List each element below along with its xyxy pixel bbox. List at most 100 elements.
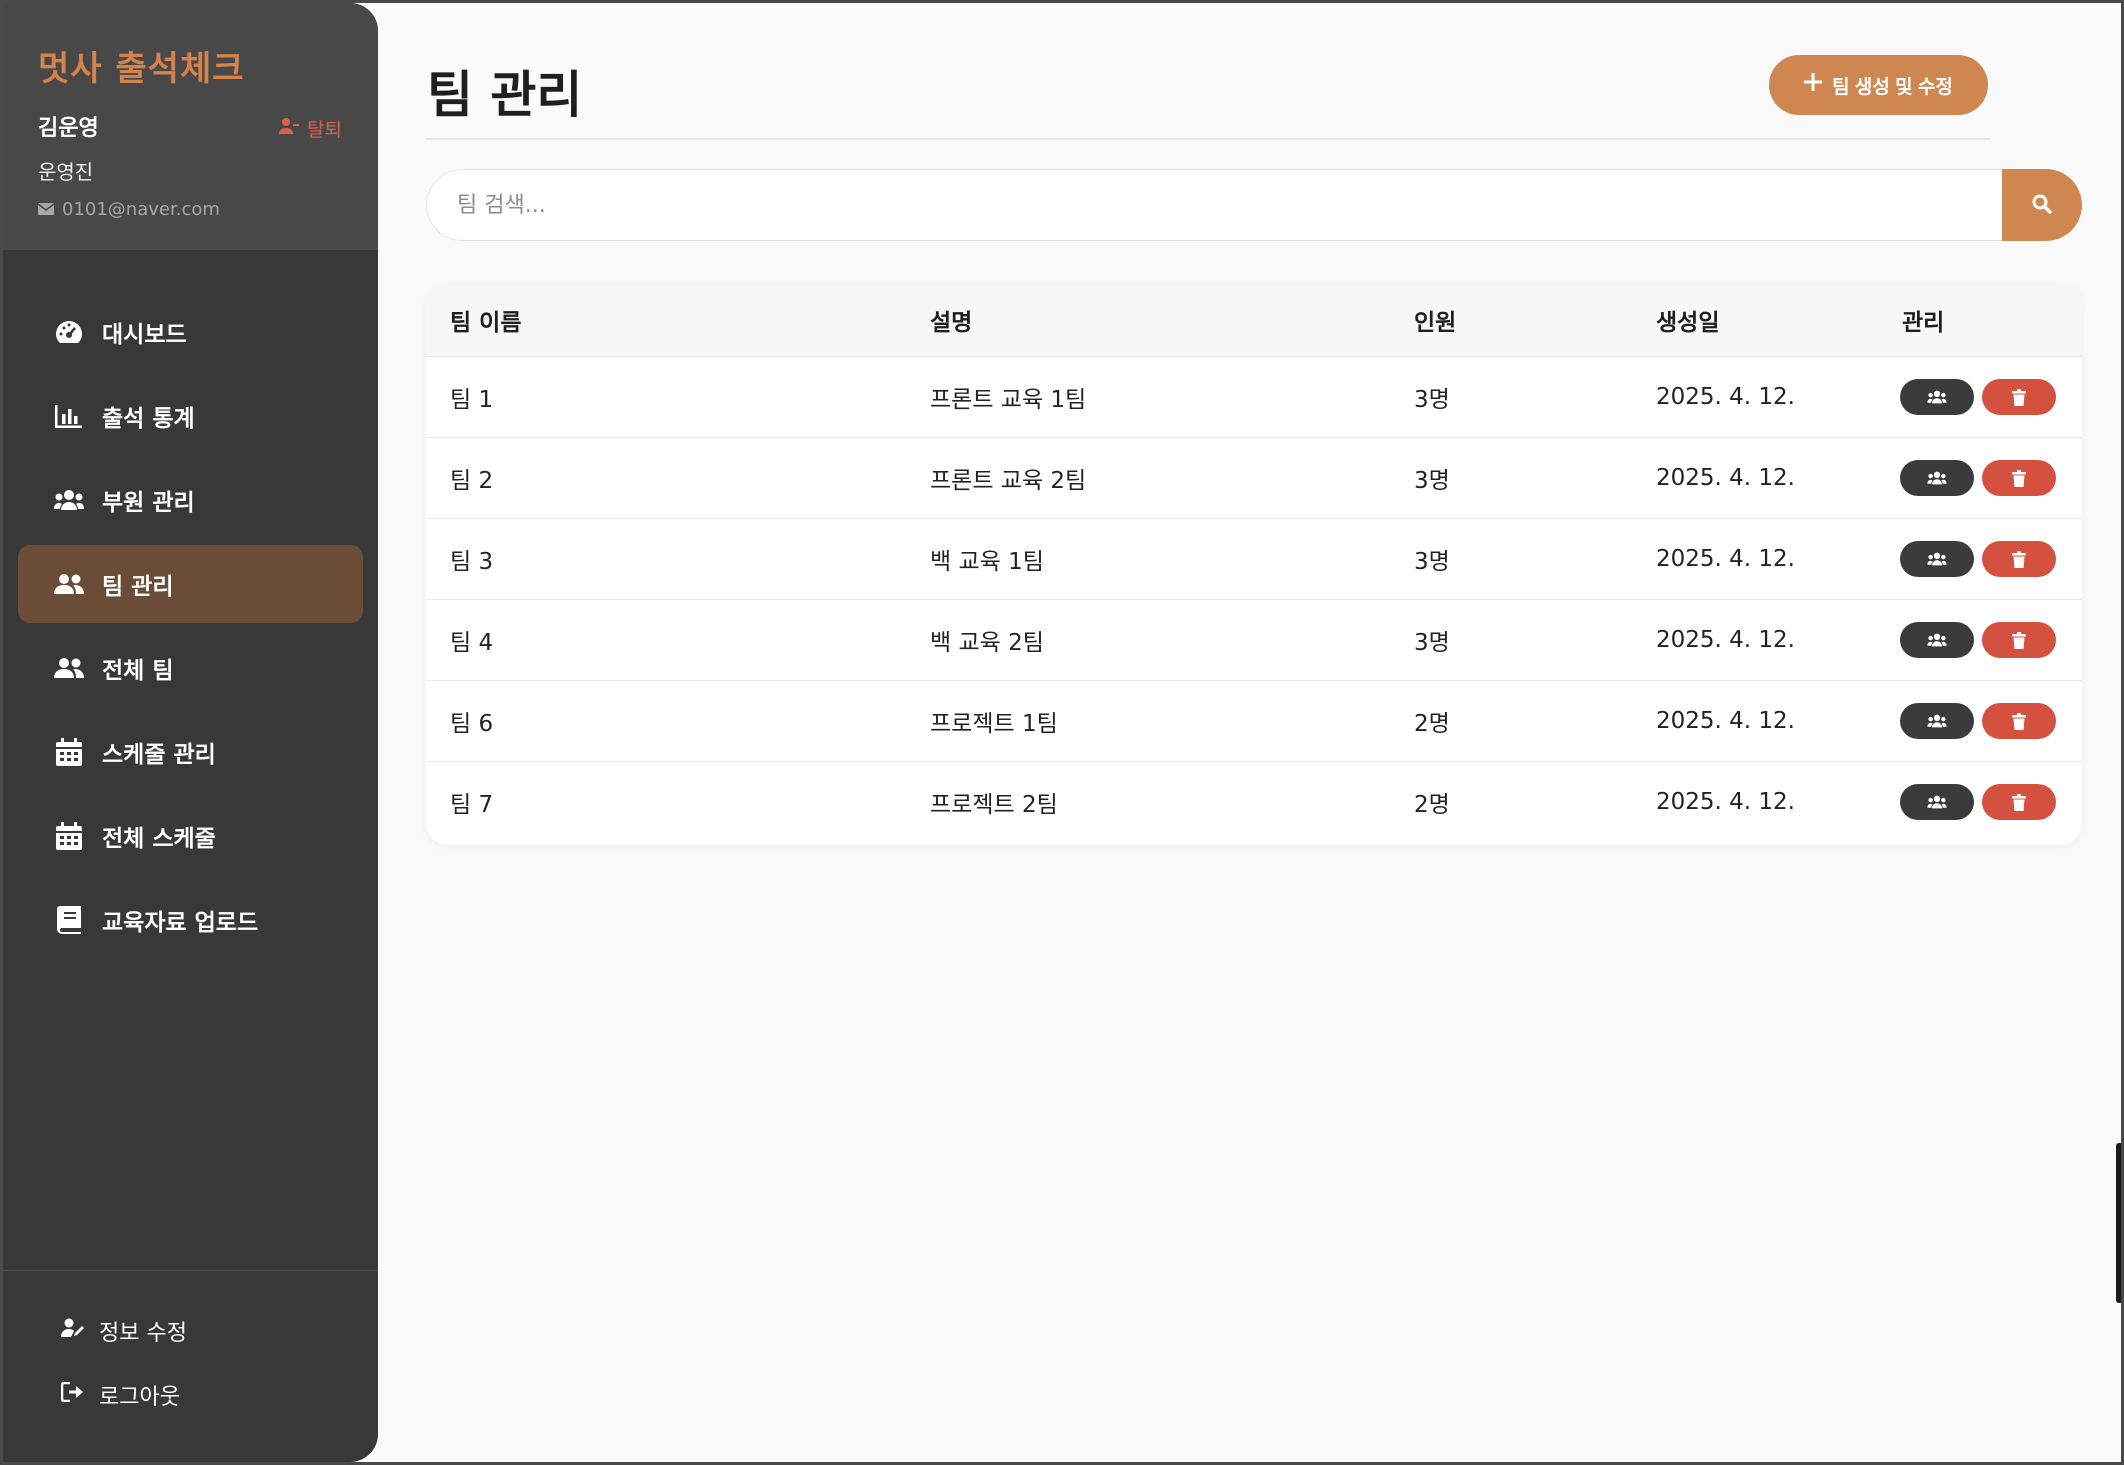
search-button[interactable] bbox=[2002, 169, 2082, 241]
row-actions bbox=[1900, 784, 2056, 820]
team-name-cell: 팀 1 bbox=[450, 387, 494, 413]
header-description: 설명 bbox=[930, 310, 973, 336]
team-search-input[interactable] bbox=[426, 169, 2026, 241]
table-header: 팀 이름 설명 인원 생성일 관리 bbox=[426, 284, 2082, 356]
calendar-icon bbox=[54, 821, 84, 851]
trash-icon bbox=[2012, 712, 2026, 730]
sidebar-item-label: 스케줄 관리 bbox=[102, 742, 216, 768]
leave-button[interactable]: 탈퇴 bbox=[279, 115, 342, 142]
sidebar-item-label: 전체 팀 bbox=[102, 658, 174, 684]
main-content: 팀 관리 팀 생성 및 수정 팀 이름 설명 인원 생성일 관리 bbox=[423, 3, 2121, 1462]
logout-link[interactable]: 로그아웃 bbox=[60, 1379, 180, 1411]
team-icon bbox=[54, 653, 84, 683]
manage-members-button[interactable] bbox=[1900, 784, 1974, 820]
users-icon bbox=[54, 485, 84, 515]
users-icon bbox=[1927, 795, 1947, 809]
team-icon bbox=[54, 569, 84, 599]
team-name-cell: 팀 3 bbox=[450, 549, 494, 575]
manage-members-button[interactable] bbox=[1900, 622, 1974, 658]
row-actions bbox=[1900, 460, 2056, 496]
trash-icon bbox=[2012, 631, 2026, 649]
user-role: 운영진 bbox=[38, 160, 94, 184]
edit-profile-label: 정보 수정 bbox=[99, 1321, 187, 1346]
header-manage: 관리 bbox=[1902, 310, 1945, 336]
description-cell: 백 교육 2팀 bbox=[930, 630, 1044, 656]
scrollbar[interactable] bbox=[2116, 1143, 2121, 1303]
leave-label: 탈퇴 bbox=[307, 119, 342, 141]
header-members: 인원 bbox=[1414, 310, 1457, 336]
sidebar-item-attendance-stats[interactable]: 출석 통계 bbox=[18, 377, 363, 455]
users-icon bbox=[1927, 390, 1947, 404]
delete-team-button[interactable] bbox=[1982, 622, 2056, 658]
sidebar-footer: 정보 수정 로그아웃 bbox=[3, 1270, 378, 1462]
email-text: 0101@naver.com bbox=[62, 199, 220, 220]
book-icon bbox=[54, 905, 84, 935]
sidebar-item-all-schedules[interactable]: 전체 스케줄 bbox=[18, 797, 363, 875]
calendar-icon bbox=[54, 737, 84, 767]
header-team-name: 팀 이름 bbox=[450, 310, 522, 336]
edit-profile-link[interactable]: 정보 수정 bbox=[61, 1315, 187, 1347]
delete-team-button[interactable] bbox=[1982, 784, 2056, 820]
delete-team-button[interactable] bbox=[1982, 379, 2056, 415]
members-cell: 2명 bbox=[1414, 711, 1450, 737]
sidebar-item-schedule-management[interactable]: 스케줄 관리 bbox=[18, 713, 363, 791]
team-name-cell: 팀 7 bbox=[450, 792, 494, 818]
created-cell: 2025. 4. 12. bbox=[1656, 708, 1795, 734]
profile-panel: 멋사 출석체크 김운영 탈퇴 운영진 0101@naver.com bbox=[3, 3, 378, 250]
table-row: 팀 1 프론트 교육 1팀 3명 2025. 4. 12. bbox=[426, 356, 2082, 437]
row-actions bbox=[1900, 541, 2056, 577]
manage-members-button[interactable] bbox=[1900, 703, 1974, 739]
sidebar-item-dashboard[interactable]: 대시보드 bbox=[18, 293, 363, 371]
team-name-cell: 팀 2 bbox=[450, 468, 494, 494]
created-cell: 2025. 4. 12. bbox=[1656, 546, 1795, 572]
members-cell: 3명 bbox=[1414, 630, 1450, 656]
page-title: 팀 관리 bbox=[427, 66, 583, 124]
envelope-icon bbox=[37, 199, 55, 220]
users-icon bbox=[1927, 471, 1947, 485]
chart-bar-icon bbox=[54, 401, 84, 431]
description-cell: 프론트 교육 2팀 bbox=[930, 468, 1087, 494]
members-cell: 3명 bbox=[1414, 468, 1450, 494]
header-created: 생성일 bbox=[1656, 310, 1720, 336]
manage-members-button[interactable] bbox=[1900, 541, 1974, 577]
manage-members-button[interactable] bbox=[1900, 460, 1974, 496]
brand-title: 멋사 출석체크 bbox=[38, 49, 245, 89]
delete-team-button[interactable] bbox=[1982, 541, 2056, 577]
table-row: 팀 4 백 교육 2팀 3명 2025. 4. 12. bbox=[426, 599, 2082, 680]
sidebar-item-members[interactable]: 부원 관리 bbox=[18, 461, 363, 539]
description-cell: 프론트 교육 1팀 bbox=[930, 387, 1087, 413]
sidebar-item-label: 팀 관리 bbox=[102, 574, 174, 600]
logout-label: 로그아웃 bbox=[99, 1385, 180, 1410]
team-name-cell: 팀 6 bbox=[450, 711, 494, 737]
sidebar: 멋사 출석체크 김운영 탈퇴 운영진 0101@naver.com 대시보드 출… bbox=[3, 3, 378, 1462]
sidebar-item-upload-materials[interactable]: 교육자료 업로드 bbox=[18, 881, 363, 959]
user-edit-icon bbox=[61, 1318, 85, 1344]
sidebar-item-team-management[interactable]: 팀 관리 bbox=[18, 545, 363, 623]
app-window: 멋사 출석체크 김운영 탈퇴 운영진 0101@naver.com 대시보드 출… bbox=[3, 3, 2121, 1462]
create-team-button[interactable]: 팀 생성 및 수정 bbox=[1769, 55, 1988, 115]
manage-members-button[interactable] bbox=[1900, 379, 1974, 415]
members-cell: 2명 bbox=[1414, 792, 1450, 818]
description-cell: 프로젝트 2팀 bbox=[930, 792, 1058, 818]
create-team-label: 팀 생성 및 수정 bbox=[1832, 76, 1953, 98]
delete-team-button[interactable] bbox=[1982, 703, 2056, 739]
trash-icon bbox=[2012, 550, 2026, 568]
dashboard-icon bbox=[54, 317, 84, 347]
members-cell: 3명 bbox=[1414, 387, 1450, 413]
description-cell: 백 교육 1팀 bbox=[930, 549, 1044, 575]
created-cell: 2025. 4. 12. bbox=[1656, 384, 1795, 410]
search-icon bbox=[2032, 194, 2052, 217]
user-minus-icon bbox=[279, 117, 300, 140]
sign-out-icon bbox=[60, 1381, 85, 1408]
users-icon bbox=[1927, 714, 1947, 728]
trash-icon bbox=[2012, 793, 2026, 811]
search-bar bbox=[426, 169, 2082, 241]
created-cell: 2025. 4. 12. bbox=[1656, 465, 1795, 491]
sidebar-item-label: 대시보드 bbox=[102, 322, 187, 348]
table-row: 팀 2 프론트 교육 2팀 3명 2025. 4. 12. bbox=[426, 437, 2082, 518]
sidebar-item-label: 교육자료 업로드 bbox=[102, 910, 259, 936]
description-cell: 프로젝트 1팀 bbox=[930, 711, 1058, 737]
delete-team-button[interactable] bbox=[1982, 460, 2056, 496]
user-email: 0101@naver.com bbox=[37, 199, 343, 220]
sidebar-item-all-teams[interactable]: 전체 팀 bbox=[18, 629, 363, 707]
